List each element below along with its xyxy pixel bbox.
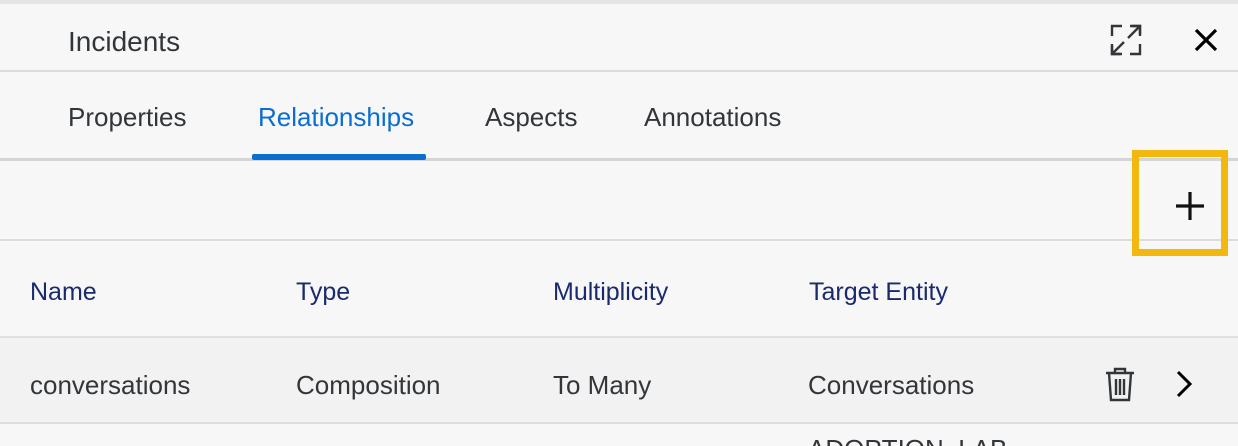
add-relationship-button[interactable]	[1160, 176, 1220, 236]
page-title: Incidents	[68, 26, 181, 57]
column-header-name[interactable]: Name	[30, 278, 97, 307]
row-divider	[0, 422, 1238, 424]
plus-icon	[1176, 192, 1204, 220]
tab-bar: Properties Relationships Aspects Annotat…	[0, 72, 1238, 162]
expand-icon[interactable]	[1108, 22, 1144, 58]
tab-annotations[interactable]: Annotations	[644, 102, 781, 133]
tab-properties[interactable]: Properties	[68, 102, 187, 133]
column-header-type[interactable]: Type	[296, 278, 350, 307]
cell-target-entity-partial: ADOPTION_LAB	[808, 434, 1007, 446]
cell-type: Composition	[296, 370, 441, 400]
tab-aspects[interactable]: Aspects	[485, 102, 578, 133]
active-tab-indicator	[252, 154, 426, 160]
trash-icon[interactable]	[1102, 364, 1138, 404]
chevron-right-icon[interactable]	[1166, 364, 1202, 404]
column-header-multiplicity[interactable]: Multiplicity	[553, 278, 668, 307]
dialog-header: Incidents	[0, 4, 1238, 72]
column-header-target-entity[interactable]: Target Entity	[809, 278, 948, 307]
cell-multiplicity: To Many	[553, 370, 652, 400]
cell-name: conversations	[30, 370, 191, 400]
tab-relationships[interactable]: Relationships	[258, 102, 414, 133]
close-icon[interactable]	[1188, 22, 1224, 58]
table-toolbar	[0, 161, 1238, 241]
cell-target-entity: Conversations	[808, 370, 975, 400]
